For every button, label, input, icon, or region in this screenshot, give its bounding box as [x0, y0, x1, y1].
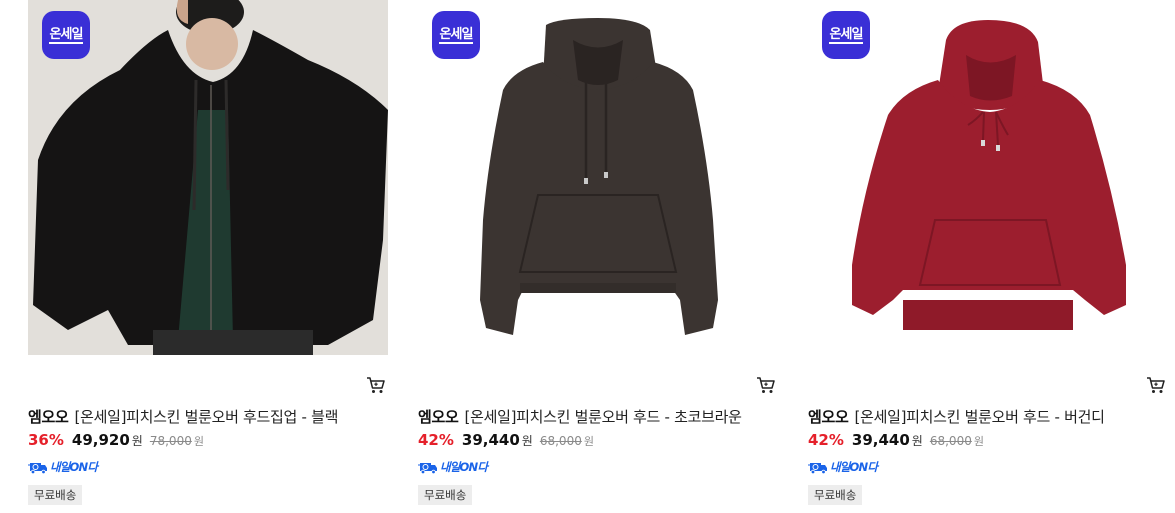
product-card[interactable]: 온세일 엠오오 [온세일]피치스킨 벌룬오버 후드 - 초코브라운 42% 39,…	[418, 0, 778, 513]
product-title[interactable]: 엠오오 [온세일]피치스킨 벌룬오버 후드 - 버건디	[808, 406, 1105, 427]
price-row: 42% 39,440 원 68,000 원	[418, 431, 594, 449]
delivery-badge: 내일ON다	[808, 459, 878, 475]
original-price: 78,000	[149, 434, 192, 448]
cart-icon[interactable]	[756, 376, 776, 394]
product-image[interactable]: 온세일	[418, 0, 778, 355]
price-row: 42% 39,440 원 68,000 원	[808, 431, 984, 449]
cart-icon[interactable]	[366, 376, 386, 394]
product-title[interactable]: 엠오오 [온세일]피치스킨 벌룬오버 후드 - 초코브라운	[418, 406, 742, 427]
sale-price: 39,440	[851, 431, 910, 449]
free-shipping-tag: 무료배송	[418, 485, 473, 505]
original-price: 68,000	[929, 434, 972, 448]
original-price-unit: 원	[193, 435, 204, 448]
delivery-badge: 내일ON다	[28, 459, 98, 475]
onsale-badge: 온세일	[822, 11, 870, 59]
product-name[interactable]: [온세일]피치스킨 벌룬오버 후드 - 초코브라운	[465, 408, 742, 426]
product-image[interactable]: 온세일	[28, 0, 388, 355]
sale-price: 49,920	[71, 431, 130, 449]
sale-price: 39,440	[461, 431, 520, 449]
free-shipping-tag: 무료배송	[808, 485, 863, 505]
original-price-unit: 원	[973, 435, 984, 448]
original-price: 68,000	[539, 434, 582, 448]
onsale-badge: 온세일	[432, 11, 480, 59]
product-name[interactable]: [온세일]피치스킨 벌룬오버 후드 - 버건디	[855, 408, 1105, 426]
price-row: 36% 49,920 원 78,000 원	[28, 431, 204, 449]
sale-price-unit: 원	[131, 434, 143, 448]
product-card[interactable]: 온세일 엠오오 [온세일]피치스킨 벌룬오버 후드 - 버건디 42% 39,44…	[808, 0, 1168, 513]
original-price-unit: 원	[583, 435, 594, 448]
product-card[interactable]: 온세일 엠오오 [온세일]피치스킨 벌룬오버 후드집업 - 블랙 36% 49,9…	[28, 0, 388, 513]
discount-rate: 42%	[808, 431, 844, 449]
truck-icon	[28, 463, 47, 474]
discount-rate: 42%	[418, 431, 454, 449]
brand-name[interactable]: 엠오오	[808, 408, 849, 426]
brand-name[interactable]: 엠오오	[418, 408, 459, 426]
product-title[interactable]: 엠오오 [온세일]피치스킨 벌룬오버 후드집업 - 블랙	[28, 406, 338, 427]
product-name[interactable]: [온세일]피치스킨 벌룬오버 후드집업 - 블랙	[75, 408, 339, 426]
cart-icon[interactable]	[1146, 376, 1166, 394]
onsale-badge: 온세일	[42, 11, 90, 59]
free-shipping-tag: 무료배송	[28, 485, 83, 505]
discount-rate: 36%	[28, 431, 64, 449]
truck-icon	[808, 463, 827, 474]
brand-name[interactable]: 엠오오	[28, 408, 69, 426]
product-image[interactable]: 온세일	[808, 0, 1168, 355]
truck-icon	[418, 463, 437, 474]
sale-price-unit: 원	[911, 434, 923, 448]
sale-price-unit: 원	[521, 434, 533, 448]
delivery-badge: 내일ON다	[418, 459, 488, 475]
